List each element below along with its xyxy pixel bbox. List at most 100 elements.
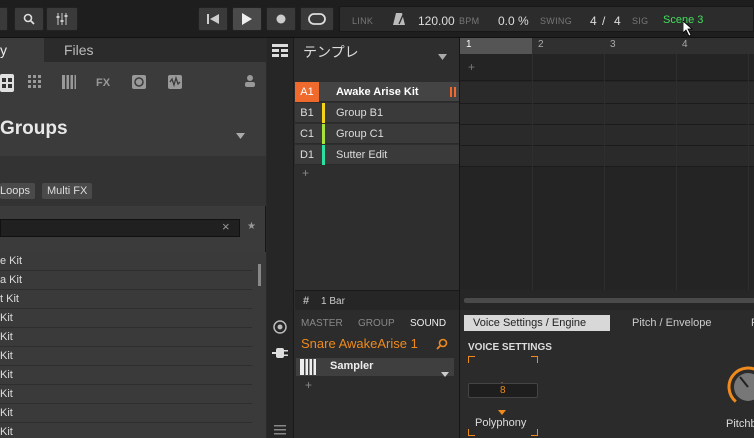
knob-icon bbox=[727, 366, 754, 408]
list-item[interactable]: e Kit bbox=[0, 252, 252, 271]
ideas-view-icon[interactable] bbox=[272, 44, 288, 63]
list-item[interactable]: Kit bbox=[0, 309, 252, 328]
tab-files[interactable]: Files bbox=[64, 38, 94, 62]
list-item[interactable]: Kit bbox=[0, 328, 252, 347]
chevron-down-icon[interactable] bbox=[438, 47, 447, 65]
list-scrollbar[interactable] bbox=[258, 264, 261, 286]
rewind-button[interactable] bbox=[198, 7, 228, 31]
grid-icon: # bbox=[303, 295, 310, 307]
transport-display: LINK 120.00 BPM 0.0 % SWING 4 / 4 SIG Sc… bbox=[339, 6, 754, 37]
loop-icon bbox=[308, 13, 326, 25]
plugin-name: Sampler bbox=[330, 360, 374, 372]
sample-type-icon[interactable] bbox=[166, 74, 184, 92]
group-id: A1 bbox=[295, 82, 319, 102]
plug-icon[interactable] bbox=[272, 346, 288, 364]
search-bar: × ★ bbox=[0, 216, 266, 238]
signature-numerator[interactable]: 4 bbox=[590, 14, 597, 28]
timeline-scroll-area bbox=[460, 290, 754, 310]
menu-lines-icon[interactable] bbox=[274, 422, 286, 438]
polyphony-value: 8 bbox=[500, 385, 506, 396]
horizontal-scrollbar[interactable] bbox=[464, 298, 754, 303]
pitchbend-label: Pitchb bbox=[726, 418, 754, 430]
add-plugin-button[interactable]: + bbox=[305, 378, 312, 392]
group-row-a1[interactable]: A1 Awake Arise Kit bbox=[295, 82, 459, 102]
polyphony-field[interactable]: 8 bbox=[468, 383, 538, 398]
group-row-d1[interactable]: D1 Sutter Edit bbox=[295, 145, 459, 165]
tab-sound[interactable]: SOUND bbox=[410, 318, 446, 329]
section-title: VOICE SETTINGS bbox=[468, 342, 552, 353]
auto-icon[interactable] bbox=[273, 320, 287, 339]
bar-number: 2 bbox=[538, 39, 544, 50]
instrument-type-icon[interactable] bbox=[60, 74, 78, 92]
toolbar-edge-button[interactable] bbox=[0, 7, 8, 31]
plugin-slot[interactable]: Sampler bbox=[296, 358, 454, 377]
loop-button[interactable] bbox=[300, 7, 334, 31]
tab-voice-settings-label: Voice Settings / Engine bbox=[473, 317, 587, 329]
group-type-icon[interactable] bbox=[0, 74, 14, 92]
add-group-button[interactable]: + bbox=[302, 166, 309, 180]
list-item[interactable]: Kit bbox=[0, 423, 252, 438]
parameter-panel: Voice Settings / Engine Pitch / Envelope… bbox=[459, 310, 754, 438]
group-name: Awake Arise Kit bbox=[336, 86, 419, 98]
list-item[interactable]: Kit bbox=[0, 385, 252, 404]
favorite-star-icon[interactable]: ★ bbox=[247, 221, 256, 232]
sound-name[interactable]: Snare AwakeArise 1 bbox=[301, 336, 418, 351]
list-item[interactable]: t Kit bbox=[0, 290, 252, 309]
play-button[interactable] bbox=[232, 7, 262, 31]
loop-type-icon[interactable] bbox=[130, 74, 148, 92]
group-row-b1[interactable]: B1 Group B1 bbox=[295, 103, 459, 123]
bar-grid-line bbox=[748, 54, 749, 290]
record-button[interactable] bbox=[266, 7, 296, 31]
tempo-value[interactable]: 120.00 bbox=[418, 14, 455, 28]
arranger-timeline: 1 2 3 4 + bbox=[459, 38, 754, 310]
user-icon[interactable] bbox=[241, 74, 259, 92]
tab-pitch-envelope[interactable]: Pitch / Envelope bbox=[632, 317, 712, 329]
browser-category-selector[interactable]: Groups bbox=[0, 104, 266, 156]
tab-voice-settings[interactable]: Voice Settings / Engine bbox=[464, 315, 610, 331]
group-row-c1[interactable]: C1 Group C1 bbox=[295, 124, 459, 144]
sound-type-icon[interactable] bbox=[26, 74, 44, 92]
bar-number: 1 bbox=[466, 39, 472, 50]
pattern-length-bar[interactable]: # 1 Bar bbox=[295, 290, 459, 310]
group-name: Sutter Edit bbox=[336, 149, 388, 161]
list-item[interactable]: Kit bbox=[0, 347, 252, 366]
tab-group[interactable]: GROUP bbox=[358, 318, 395, 329]
pitchbend-knob[interactable] bbox=[726, 365, 754, 411]
fx-type-icon[interactable]: FX bbox=[94, 74, 112, 92]
timeline-ruler[interactable]: 1 2 3 4 bbox=[460, 38, 754, 54]
clear-search-icon[interactable]: × bbox=[222, 219, 230, 234]
search-icon bbox=[23, 13, 35, 25]
group-level-meter bbox=[454, 87, 456, 97]
list-item[interactable]: Kit bbox=[0, 366, 252, 385]
top-toolbar: LINK 120.00 BPM 0.0 % SWING 4 / 4 SIG Sc… bbox=[0, 0, 754, 38]
project-header[interactable]: テンプレ bbox=[295, 38, 459, 82]
mixer-button[interactable] bbox=[46, 7, 78, 31]
record-icon bbox=[276, 14, 286, 24]
bar-grid-line bbox=[532, 54, 533, 290]
signature-denominator[interactable]: 4 bbox=[614, 14, 621, 28]
filter-chip-multi-fx[interactable]: Multi FX bbox=[42, 183, 93, 199]
polyphony-control[interactable]: 8 Polyphony bbox=[468, 356, 538, 436]
swing-value[interactable]: 0.0 % bbox=[498, 14, 529, 28]
link-label[interactable]: LINK bbox=[352, 16, 373, 26]
polyphony-label: Polyphony bbox=[475, 417, 527, 429]
tab-library[interactable]: y bbox=[0, 38, 44, 62]
filter-chips: Loops Multi FX bbox=[0, 156, 266, 206]
pattern-length-value: 1 Bar bbox=[321, 296, 345, 307]
arranger-side-strip bbox=[267, 38, 294, 310]
chevron-down-icon[interactable] bbox=[236, 126, 245, 144]
group-id: D1 bbox=[299, 149, 315, 161]
metronome-icon[interactable] bbox=[392, 12, 406, 31]
search-button[interactable] bbox=[14, 7, 44, 31]
bar-number: 4 bbox=[682, 39, 688, 50]
add-scene-button[interactable]: + bbox=[468, 60, 475, 74]
group-name: Group C1 bbox=[336, 128, 384, 140]
filter-chip-loops[interactable]: Loops bbox=[0, 183, 35, 199]
search-input[interactable] bbox=[0, 219, 240, 237]
tab-master[interactable]: MASTER bbox=[301, 318, 343, 329]
chevron-down-icon[interactable] bbox=[441, 364, 449, 382]
search-icon[interactable] bbox=[436, 337, 448, 355]
sound-panel: MASTER GROUP SOUND Snare AwakeArise 1 Sa… bbox=[294, 310, 459, 438]
list-item[interactable]: Kit bbox=[0, 404, 252, 423]
list-item[interactable]: a Kit bbox=[0, 271, 252, 290]
